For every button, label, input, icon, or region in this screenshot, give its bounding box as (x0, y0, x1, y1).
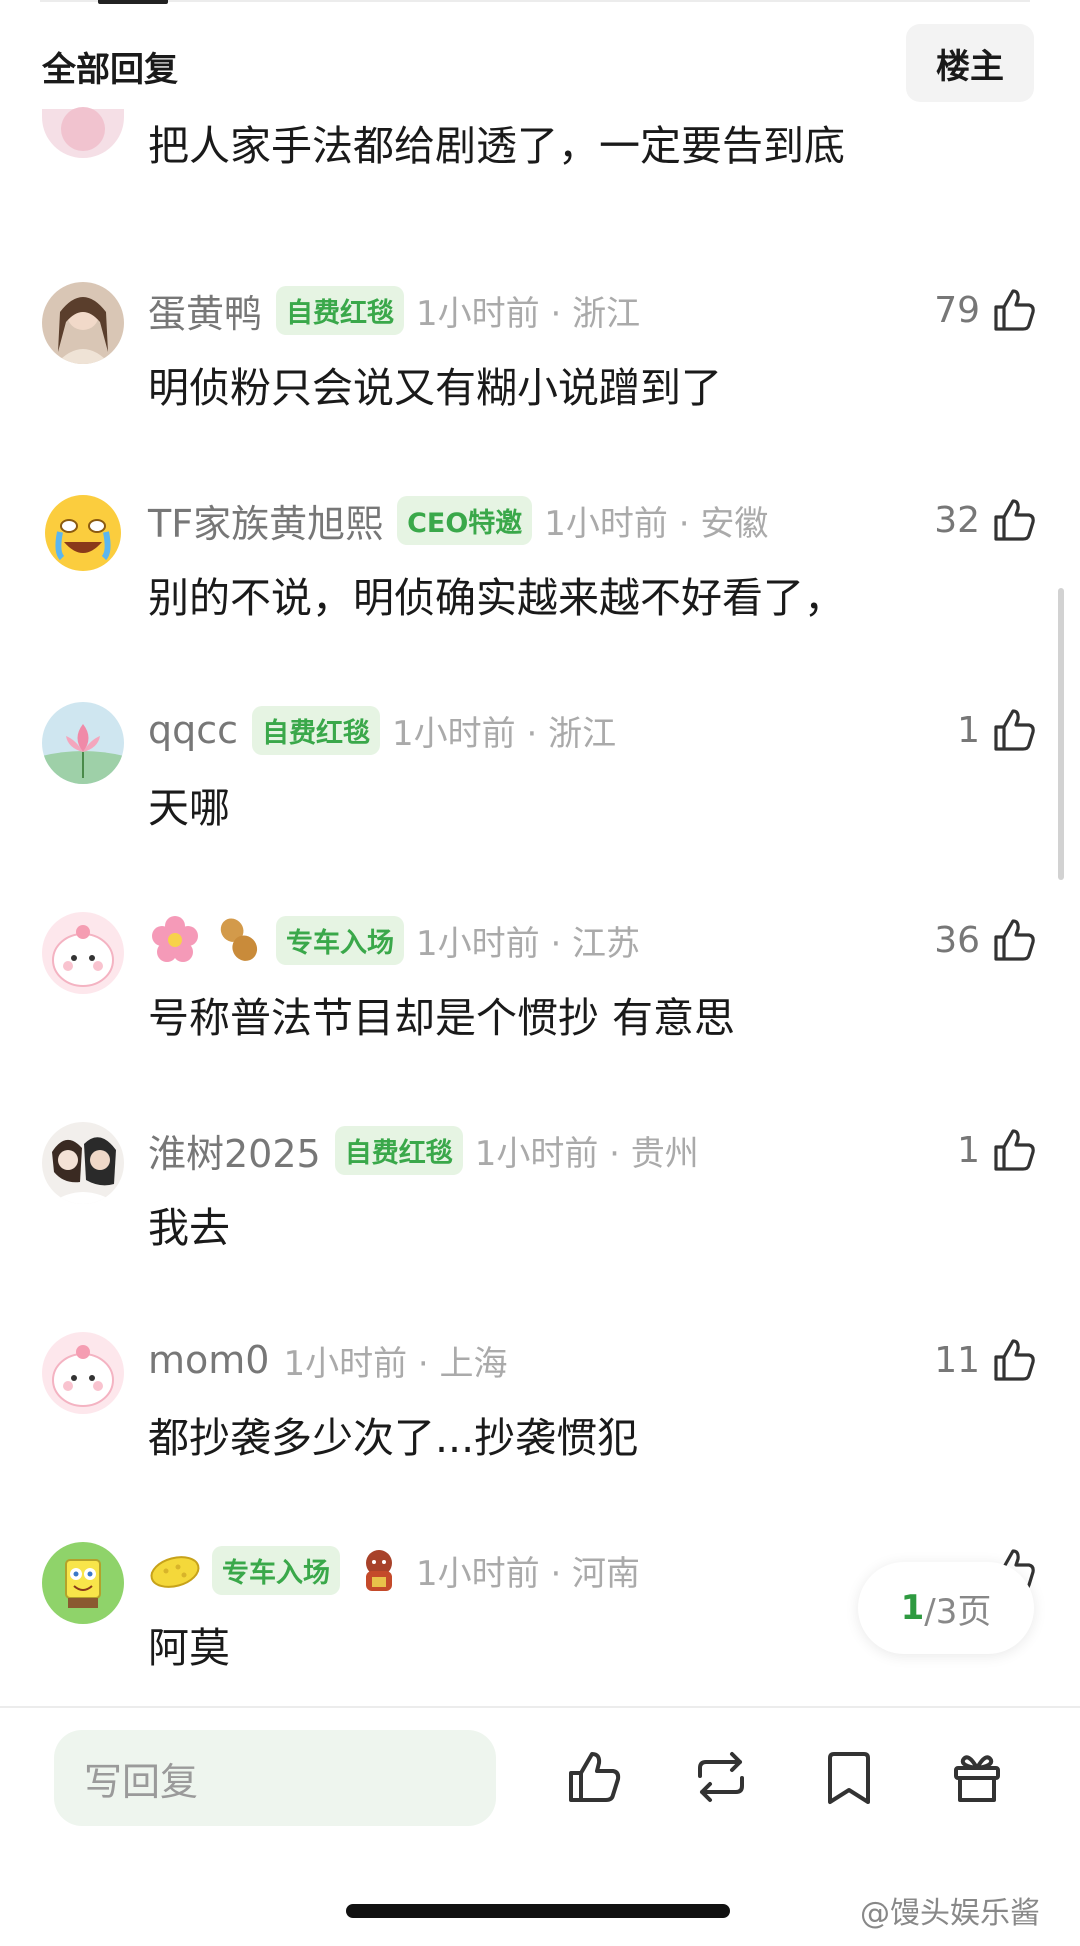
timestamp-location: 1小时前 · 河南 (416, 1553, 641, 1594)
avatar[interactable] (42, 702, 124, 784)
comment-text: 天哪 (148, 784, 230, 832)
thumbs-up-icon[interactable] (988, 1335, 1038, 1385)
like-control[interactable]: 1 (957, 1122, 1038, 1178)
total-pages: /3页 (924, 1591, 992, 1632)
like-count: 1 (957, 709, 980, 751)
user-badge: 专车入场 (276, 915, 404, 965)
username[interactable]: 淮树2025 (148, 1123, 321, 1178)
timestamp-location: 1小时前 · 浙江 (392, 713, 617, 754)
username[interactable]: 蛋黄鸭 (148, 283, 262, 338)
like-control[interactable]: 32 (934, 492, 1038, 548)
peanut-emoji-icon (212, 913, 266, 967)
like-control[interactable]: 79 (934, 282, 1038, 338)
comment-text: 把人家手法都给剧透了，一定要告到底 (148, 122, 845, 170)
username[interactable]: mom0 (148, 1338, 269, 1382)
avatar[interactable] (42, 282, 124, 364)
like-control[interactable]: 36 (934, 912, 1038, 968)
comment-text: 别的不说，明侦确实越来越不好看了， (148, 574, 845, 622)
like-count: 79 (934, 289, 980, 331)
thumbs-up-icon[interactable] (988, 285, 1038, 335)
comment-item: 淮树2025 自费红毯 1小时前 · 贵州 1 我去 (0, 1122, 1080, 1322)
timestamp-location: 1小时前 · 上海 (283, 1343, 508, 1384)
like-count: 36 (934, 919, 980, 961)
comment-text: 都抄袭多少次了...抄袭惯犯 (148, 1414, 639, 1462)
bookmark-icon[interactable] (818, 1746, 880, 1808)
thumbs-up-icon[interactable] (988, 1125, 1038, 1175)
gift-icon[interactable] (946, 1746, 1008, 1808)
timestamp-location: 1小时前 · 江苏 (416, 923, 641, 964)
like-count: 11 (934, 1339, 980, 1381)
flower-emoji-icon (148, 913, 202, 967)
like-count: 32 (934, 499, 980, 541)
watermark: @馒头娱乐酱 (860, 1896, 1040, 1931)
avatar[interactable] (42, 1542, 124, 1624)
like-count: 1 (957, 1129, 980, 1171)
avatar[interactable] (42, 1332, 124, 1414)
comment-text: 我去 (148, 1204, 230, 1252)
avatar[interactable] (42, 98, 124, 158)
comment-item-partial: 把人家手法都给剧透了，一定要告到底 (0, 62, 1080, 172)
timestamp-location: 1小时前 · 安徽 (544, 503, 769, 544)
like-control[interactable]: 1 (957, 702, 1038, 758)
user-badge: CEO特邀 (397, 495, 533, 545)
user-badge: 专车入场 (212, 1545, 340, 1595)
user-badge: 自费红毯 (276, 285, 405, 335)
comment-text: 号称普法节目却是个惯抄 有意思 (148, 994, 736, 1042)
comment-item: mom0 1小时前 · 上海 11 都抄袭多少次了...抄袭惯犯 (0, 1332, 1080, 1532)
comment-item: TF家族黄旭熙 CEO特邀 1小时前 · 安徽 32 别的不说，明侦确实越来越不… (0, 492, 1080, 692)
username[interactable]: TF家族黄旭熙 (148, 493, 383, 548)
username[interactable]: qqcc (148, 708, 238, 752)
like-icon[interactable] (562, 1746, 624, 1808)
avatar[interactable] (42, 1122, 124, 1204)
reply-input[interactable]: 写回复 (54, 1730, 496, 1826)
comment-item: 专车入场 1小时前 · 江苏 36 号称普法节目却是个惯抄 有意思 (0, 912, 1080, 1112)
home-indicator[interactable] (346, 1904, 730, 1918)
comment-item: 蛋黄鸭 自费红毯 1小时前 · 浙江 79 明侦粉只会说又有糊小说蹭到了 (0, 282, 1080, 482)
current-page: 1 (900, 1588, 925, 1628)
fortune-cat-emoji-icon (352, 1543, 406, 1597)
avatar[interactable] (42, 912, 124, 994)
timestamp-location: 1小时前 · 贵州 (474, 1133, 699, 1174)
comment-item: qqcc 自费红毯 1小时前 · 浙江 1 天哪 (0, 702, 1080, 902)
like-control[interactable]: 11 (934, 1332, 1038, 1388)
avatar[interactable] (42, 492, 124, 574)
thumbs-up-icon[interactable] (988, 705, 1038, 755)
page-indicator[interactable]: 1/3页 (858, 1562, 1034, 1654)
repost-icon[interactable] (690, 1746, 752, 1808)
comment-text: 明侦粉只会说又有糊小说蹭到了 (148, 364, 722, 412)
thumbs-up-icon[interactable] (988, 915, 1038, 965)
user-badge: 自费红毯 (334, 1125, 463, 1175)
sponge-emoji-icon (148, 1543, 202, 1597)
timestamp-location: 1小时前 · 浙江 (416, 293, 641, 334)
scrollbar[interactable] (1058, 588, 1064, 880)
comment-text: 阿莫 (148, 1624, 230, 1672)
user-badge: 自费红毯 (252, 705, 381, 755)
thumbs-up-icon[interactable] (988, 495, 1038, 545)
